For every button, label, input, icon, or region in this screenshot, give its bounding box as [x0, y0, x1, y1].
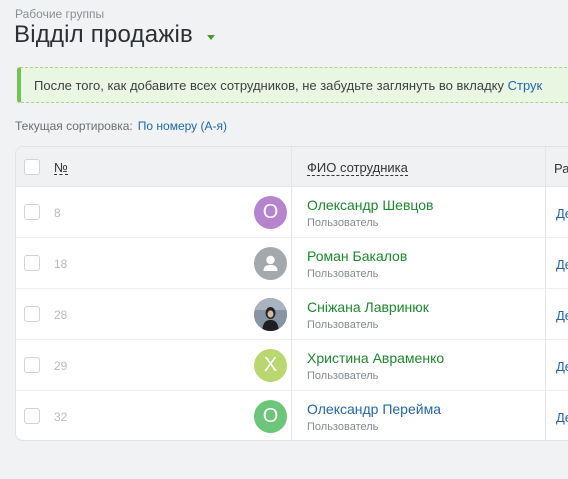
employee-name-link[interactable]: Роман Бакалов: [307, 248, 407, 264]
employee-name-link[interactable]: Олександр Шевцов: [307, 197, 433, 213]
avatar: О: [254, 196, 287, 229]
department-link[interactable]: Де: [556, 257, 568, 272]
column-header-number[interactable]: №: [54, 161, 68, 175]
row-checkbox[interactable]: [24, 408, 40, 424]
employee-role: Пользователь: [307, 217, 379, 229]
breadcrumb: Рабочие группы: [15, 7, 105, 21]
employee-number: 8: [54, 206, 61, 220]
column-divider: [545, 391, 546, 440]
department-link[interactable]: Де: [556, 359, 568, 374]
table-row: 8 О Олександр Шевцов Пользователь Де: [16, 187, 568, 238]
title-row: Відділ продажів: [14, 21, 216, 49]
user-photo-icon: [254, 298, 287, 331]
employees-table: № ФИО сотрудника Ра 8 О Олександр Шевцов…: [15, 146, 568, 441]
sort-label: Текущая сортировка:: [15, 119, 133, 133]
employee-number: 28: [54, 308, 68, 322]
employee-role: Пользователь: [307, 319, 379, 331]
row-checkbox[interactable]: [24, 357, 40, 373]
avatar: Х: [254, 349, 287, 382]
table-row: 28 Сніжана Лавринюк Пользователь Де: [16, 289, 568, 340]
avatar-photo: [254, 298, 287, 331]
column-divider: [291, 391, 292, 440]
employee-number: 32: [54, 410, 68, 424]
select-all-checkbox[interactable]: [24, 159, 40, 175]
employee-number: 29: [54, 359, 68, 373]
employee-name-link[interactable]: Сніжана Лавринюк: [307, 299, 429, 315]
avatar: [254, 247, 287, 280]
notice-structure-link[interactable]: Струк: [508, 78, 543, 93]
employee-role: Пользователь: [307, 268, 379, 280]
column-divider: [545, 238, 546, 288]
column-divider: [291, 147, 292, 186]
employee-number: 18: [54, 257, 68, 271]
sort-value-link[interactable]: По номеру (А-я): [138, 119, 227, 133]
column-header-role[interactable]: Ра: [554, 161, 568, 176]
employee-name-link[interactable]: Христина Авраменко: [307, 350, 444, 366]
user-silhouette-icon: [263, 255, 278, 271]
column-divider: [545, 187, 546, 237]
department-link[interactable]: Де: [556, 308, 568, 323]
row-checkbox[interactable]: [24, 255, 40, 271]
table-row: 29 Х Христина Авраменко Пользователь Де: [16, 340, 568, 391]
page-title: Відділ продажів: [14, 21, 194, 48]
employee-role: Пользователь: [307, 421, 379, 433]
employee-name-link[interactable]: Олександр Перейма: [307, 401, 441, 417]
department-link[interactable]: Де: [556, 206, 568, 221]
row-checkbox[interactable]: [24, 204, 40, 220]
row-checkbox[interactable]: [24, 306, 40, 322]
info-notice: После того, как добавите всех сотруднико…: [17, 67, 568, 103]
column-divider: [545, 147, 546, 186]
department-link[interactable]: Де: [556, 410, 568, 425]
caret-down-icon[interactable]: [207, 34, 216, 40]
column-divider: [545, 289, 546, 339]
column-divider: [291, 238, 292, 288]
column-divider: [291, 289, 292, 339]
avatar: О: [254, 400, 287, 433]
employee-role: Пользователь: [307, 370, 379, 382]
column-divider: [545, 340, 546, 390]
sort-row: Текущая сортировка: По номеру (А-я): [15, 119, 227, 133]
column-divider: [291, 340, 292, 390]
table-row: 18 Роман Бакалов Пользователь Де: [16, 238, 568, 289]
column-divider: [291, 187, 292, 237]
table-header: № ФИО сотрудника Ра: [16, 147, 568, 187]
notice-text: После того, как добавите всех сотруднико…: [34, 78, 508, 93]
table-row: 32 О Олександр Перейма Пользователь Де: [16, 391, 568, 440]
column-header-name[interactable]: ФИО сотрудника: [307, 161, 408, 176]
